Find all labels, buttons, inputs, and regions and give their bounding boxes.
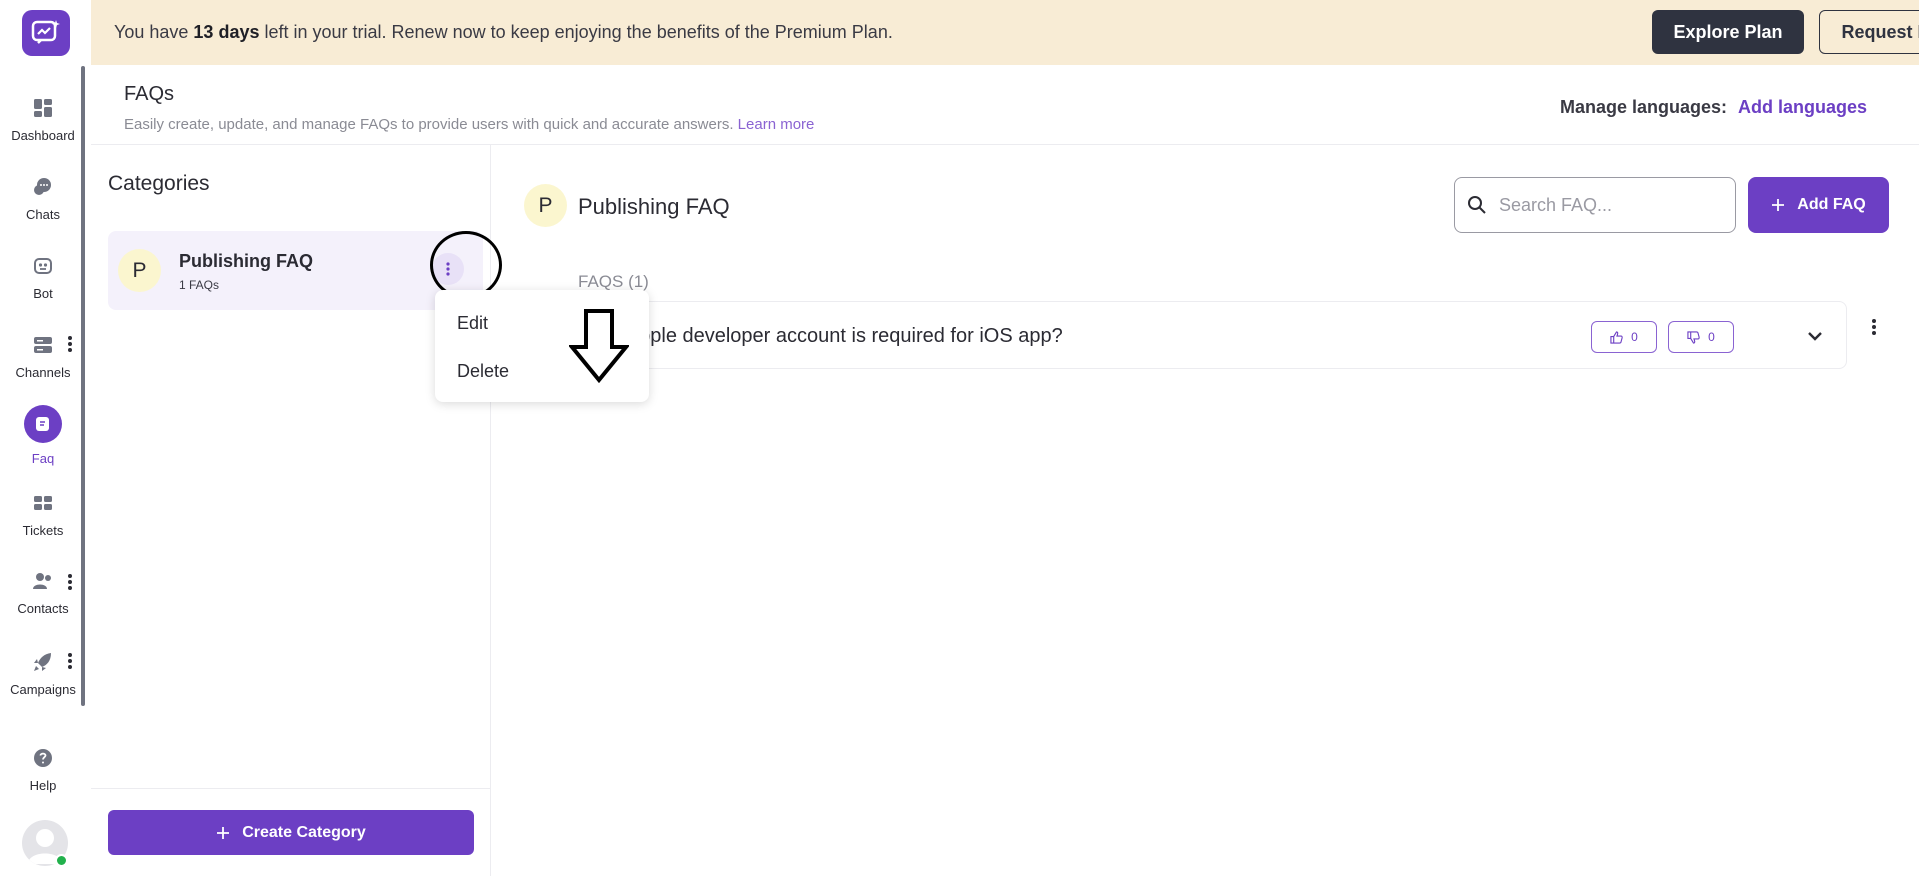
sidebar-scrollbar[interactable] — [81, 66, 85, 706]
menu-item-edit[interactable]: Edit — [457, 313, 488, 334]
dislike-button[interactable]: 0 — [1668, 321, 1734, 353]
like-count: 0 — [1631, 330, 1638, 344]
learn-more-link[interactable]: Learn more — [738, 116, 815, 133]
faq-active-indicator — [24, 405, 62, 443]
search-faq-field[interactable] — [1454, 177, 1736, 233]
search-input[interactable] — [1499, 194, 1719, 216]
menu-item-delete[interactable]: Delete — [457, 361, 509, 382]
faq-item[interactable]: apple developer account is required for … — [524, 301, 1847, 369]
sidebar-item-label: Help — [29, 778, 57, 793]
dislike-count: 0 — [1708, 330, 1715, 344]
category-title: Publishing FAQ — [578, 194, 730, 219]
app-logo[interactable] — [22, 10, 70, 56]
channels-icon — [34, 337, 52, 353]
trial-text-suffix: left in your trial. Renew now to keep en… — [259, 22, 893, 42]
categories-title: Categories — [108, 172, 210, 195]
thumbs-up-icon — [1610, 330, 1623, 344]
plus-icon — [217, 826, 230, 839]
category-name: Publishing FAQ — [179, 251, 313, 271]
page-header: FAQs Easily create, update, and manage F… — [91, 65, 1919, 145]
add-languages-link[interactable]: Add languages — [1738, 97, 1867, 118]
chevron-down-icon[interactable] — [1805, 326, 1825, 346]
category-count: 1 FAQs — [179, 278, 220, 292]
category-initial-badge: P — [118, 249, 161, 292]
sidebar-item-label: Campaigns — [10, 682, 76, 697]
chat-sparkle-icon — [31, 20, 60, 44]
sidebar-item-channels[interactable]: Channels — [0, 333, 86, 380]
sidebar-item-help[interactable]: Help — [0, 746, 86, 793]
dashboard-icon — [34, 99, 52, 117]
categories-panel: Categories P Publishing FAQ 1 FAQs Creat… — [91, 145, 502, 876]
trial-message: You have 13 days left in your trial. Ren… — [114, 22, 893, 43]
create-category-label: Create Category — [242, 823, 366, 841]
manage-languages-label: Manage languages: — [1560, 97, 1728, 117]
add-faq-label: Add FAQ — [1797, 196, 1866, 213]
category-item[interactable]: P Publishing FAQ 1 FAQs — [108, 231, 502, 310]
trial-text-prefix: You have — [114, 22, 194, 42]
page-title: FAQs — [124, 83, 175, 105]
faq-icon — [36, 417, 49, 431]
add-faq-button[interactable]: Add FAQ — [1748, 177, 1889, 233]
sidebar-item-label: Dashboard — [11, 128, 75, 143]
sidebar-item-dashboard[interactable]: Dashboard — [0, 96, 86, 143]
faq-question: apple developer account is required for … — [628, 325, 1063, 347]
sidebar-item-label: Channels — [15, 365, 71, 380]
thumbs-down-icon — [1687, 330, 1700, 344]
search-icon — [1468, 196, 1486, 214]
tickets-icon — [34, 496, 52, 510]
sidebar: Dashboard Chats Bot Channels Faq Tickets… — [0, 0, 86, 876]
sidebar-item-label: Chats — [26, 207, 60, 222]
faq-main-content: P Publishing FAQ Add FAQ FAQS (1) apple … — [491, 145, 1919, 876]
sidebar-item-label: Faq — [31, 451, 55, 466]
sidebar-item-tickets[interactable]: Tickets — [0, 491, 86, 538]
sidebar-item-chats[interactable]: Chats — [0, 175, 86, 222]
page-subtitle: Easily create, update, and manage FAQs t… — [124, 116, 814, 133]
sidebar-item-label: Tickets — [22, 523, 64, 538]
create-category-button[interactable]: Create Category — [108, 810, 474, 855]
plus-icon — [1772, 199, 1785, 211]
campaigns-icon — [34, 653, 51, 671]
faq-more-icon[interactable] — [1871, 317, 1877, 337]
contacts-more-icon[interactable] — [67, 573, 73, 591]
request-demo-button[interactable]: Request Demo — [1819, 10, 1919, 54]
help-icon — [34, 749, 52, 767]
online-status-indicator — [55, 854, 68, 867]
sidebar-item-campaigns[interactable]: Campaigns — [0, 650, 86, 697]
kebab-icon — [446, 262, 450, 276]
sidebar-item-faq[interactable]: Faq — [0, 405, 86, 466]
channels-more-icon[interactable] — [67, 335, 73, 353]
bot-icon — [34, 258, 52, 274]
trial-banner: You have 13 days left in your trial. Ren… — [91, 0, 1919, 65]
explore-plan-button[interactable]: Explore Plan — [1652, 10, 1804, 54]
category-dropdown-menu: Edit Delete — [435, 290, 649, 402]
like-button[interactable]: 0 — [1591, 321, 1657, 353]
faqs-count: FAQS (1) — [578, 272, 649, 291]
subtitle-text: Easily create, update, and manage FAQs t… — [124, 116, 734, 133]
sidebar-item-label: Bot — [33, 286, 53, 301]
trial-days: 13 days — [193, 22, 260, 42]
app-root: Dashboard Chats Bot Channels Faq Tickets… — [0, 0, 1919, 876]
category-menu-button[interactable] — [432, 253, 464, 285]
sidebar-item-contacts[interactable]: Contacts — [0, 569, 86, 616]
campaigns-more-icon[interactable] — [67, 652, 73, 670]
category-initial-badge: P — [524, 184, 567, 227]
sidebar-item-label: Contacts — [17, 601, 69, 616]
contacts-icon — [33, 573, 51, 589]
sidebar-item-bot[interactable]: Bot — [0, 254, 86, 301]
chat-icon — [34, 178, 51, 195]
divider — [91, 788, 491, 789]
